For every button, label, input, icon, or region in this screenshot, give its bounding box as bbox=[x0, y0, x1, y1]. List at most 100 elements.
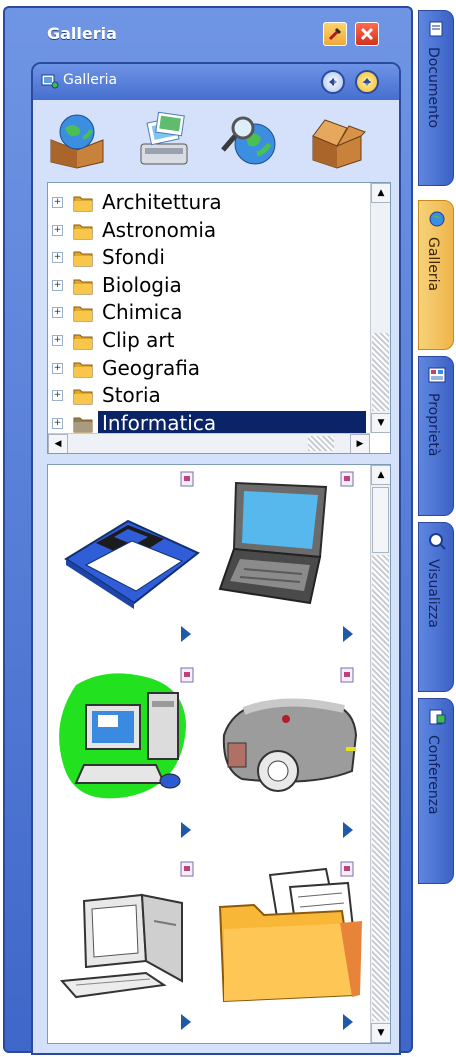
gallery-inner-panel: Galleria + Architettura + Astronomia + S… bbox=[31, 62, 401, 1055]
thumbnail-menu-arrow-icon[interactable] bbox=[180, 1013, 192, 1031]
tree-item[interactable]: + Informatica bbox=[48, 410, 370, 433]
tab-visualizza[interactable]: Visualizza bbox=[418, 522, 454, 692]
category-tree[interactable]: + Architettura + Astronomia + Sfondi + Biologia… bbox=[47, 182, 391, 454]
expand-icon[interactable]: + bbox=[52, 335, 63, 346]
tab-galleria[interactable]: Galleria bbox=[418, 200, 454, 350]
nav-forward-icon bbox=[363, 78, 371, 86]
folder-icon bbox=[73, 417, 93, 433]
tree-item[interactable]: + Storia bbox=[48, 382, 370, 409]
projector-icon bbox=[222, 698, 358, 792]
tree-item-label: Sfondi bbox=[102, 245, 165, 270]
expand-icon[interactable]: + bbox=[52, 197, 63, 208]
tree-horizontal-scrollbar[interactable]: ◀ ▶ bbox=[48, 433, 370, 453]
tab-label: Visualizza bbox=[425, 559, 441, 628]
pin-button[interactable] bbox=[323, 22, 347, 46]
tree-vertical-scrollbar[interactable]: ▲ ▼ bbox=[370, 183, 390, 433]
tab-conferenza[interactable]: Conferenza bbox=[418, 698, 454, 884]
scroll-thumb[interactable] bbox=[372, 487, 389, 553]
expand-icon[interactable]: + bbox=[52, 252, 63, 264]
folder-icon bbox=[73, 196, 93, 212]
tree-item-label: Geografia bbox=[102, 355, 201, 380]
scroll-down-arrow-icon[interactable]: ▼ bbox=[371, 413, 390, 433]
laptop-icon bbox=[218, 481, 328, 605]
close-icon bbox=[360, 27, 374, 41]
tree-item-label: Chimica bbox=[102, 300, 183, 325]
expand-icon[interactable]: + bbox=[52, 224, 63, 236]
tree-item[interactable]: + Clip art bbox=[48, 327, 370, 354]
nav-forward-button[interactable] bbox=[355, 70, 379, 94]
desktop-computer-icon bbox=[59, 673, 186, 799]
media-badge-icon bbox=[340, 471, 354, 487]
scan-pictures-icon[interactable] bbox=[131, 110, 195, 170]
nav-back-button[interactable] bbox=[321, 70, 345, 94]
tree-item[interactable]: + Architettura bbox=[48, 189, 370, 216]
document-icon bbox=[429, 21, 443, 37]
pc-tower-icon bbox=[59, 893, 183, 999]
thumbnail-menu-arrow-icon[interactable] bbox=[342, 1013, 354, 1031]
tree-item-label: Clip art bbox=[102, 328, 175, 352]
tree-item[interactable]: + Geografia bbox=[48, 355, 370, 382]
search-web-icon[interactable] bbox=[217, 110, 281, 170]
gallery-panel: Galleria Galleria + Architettura + Astro… bbox=[3, 6, 413, 1055]
folder-icon bbox=[73, 279, 93, 295]
conference-icon bbox=[429, 709, 446, 725]
panel-title: Galleria bbox=[47, 24, 117, 43]
tab-documento[interactable]: Documento bbox=[418, 10, 454, 186]
category-tree-list: + Architettura + Astronomia + Sfondi + Biologia… bbox=[48, 183, 370, 433]
tree-item[interactable]: + Chimica bbox=[48, 299, 370, 326]
laptop-thumbnail[interactable] bbox=[214, 471, 364, 661]
tab-proprieta[interactable]: Proprietà bbox=[418, 356, 454, 516]
folder-icon bbox=[73, 224, 93, 240]
thumbnail-gallery: ▲ ▼ bbox=[47, 464, 391, 1044]
thumbnail-menu-arrow-icon[interactable] bbox=[342, 625, 354, 643]
media-badge-icon bbox=[180, 471, 194, 487]
expand-icon[interactable]: + bbox=[52, 362, 63, 374]
gallery-box-globe-icon[interactable] bbox=[45, 110, 109, 170]
close-button[interactable] bbox=[355, 22, 379, 46]
thumbnails-vertical-scrollbar[interactable]: ▲ ▼ bbox=[370, 465, 390, 1043]
media-badge-icon bbox=[180, 667, 194, 683]
tree-item-label: Biologia bbox=[102, 272, 182, 297]
open-box-icon[interactable] bbox=[305, 110, 369, 170]
media-badge-icon bbox=[340, 861, 354, 877]
folder-documents-thumbnail[interactable] bbox=[214, 861, 364, 1043]
gallery-header: Galleria bbox=[33, 64, 399, 100]
desktop-computer-thumbnail[interactable] bbox=[56, 665, 206, 855]
gallery-toolbar bbox=[33, 104, 399, 180]
expand-icon[interactable]: + bbox=[52, 307, 63, 319]
scroll-left-arrow-icon[interactable]: ◀ bbox=[48, 434, 68, 453]
floppy-disk-icon bbox=[64, 519, 200, 609]
scroll-thumb[interactable] bbox=[308, 436, 334, 451]
projector-thumbnail[interactable] bbox=[214, 665, 364, 855]
folder-documents-icon bbox=[218, 867, 362, 1003]
gallery-title-icon bbox=[41, 74, 59, 89]
scroll-track[interactable] bbox=[372, 555, 389, 1021]
thumbnail-menu-arrow-icon[interactable] bbox=[180, 821, 192, 839]
media-badge-icon bbox=[340, 667, 354, 683]
scroll-up-arrow-icon[interactable]: ▲ bbox=[371, 183, 390, 203]
thumbnail-menu-arrow-icon[interactable] bbox=[342, 821, 354, 839]
gallery-title: Galleria bbox=[63, 72, 118, 88]
pc-tower-thumbnail[interactable] bbox=[56, 861, 206, 1043]
scroll-right-arrow-icon[interactable]: ▶ bbox=[350, 434, 370, 453]
scroll-track[interactable] bbox=[372, 333, 389, 411]
tab-label: Proprietà bbox=[425, 393, 441, 457]
tree-item[interactable]: + Biologia bbox=[48, 272, 370, 299]
tree-item-label: Astronomia bbox=[102, 217, 217, 242]
folder-icon bbox=[73, 334, 93, 350]
gallery-icon bbox=[429, 211, 445, 227]
tab-label: Galleria bbox=[425, 237, 441, 292]
properties-icon bbox=[428, 367, 446, 383]
pin-icon bbox=[328, 27, 342, 41]
tree-item[interactable]: + Sfondi bbox=[48, 244, 370, 271]
scroll-down-arrow-icon[interactable]: ▼ bbox=[371, 1023, 390, 1043]
expand-icon[interactable]: + bbox=[52, 279, 63, 291]
thumbnail-menu-arrow-icon[interactable] bbox=[180, 625, 192, 643]
tree-item[interactable]: + Astronomia bbox=[48, 217, 370, 244]
expand-icon[interactable]: + bbox=[52, 417, 63, 429]
tree-item-label: Architettura bbox=[102, 190, 222, 214]
floppy-disk-thumbnail[interactable] bbox=[56, 471, 206, 661]
expand-icon[interactable]: + bbox=[52, 390, 63, 402]
media-badge-icon bbox=[180, 861, 194, 877]
scroll-up-arrow-icon[interactable]: ▲ bbox=[371, 465, 390, 485]
